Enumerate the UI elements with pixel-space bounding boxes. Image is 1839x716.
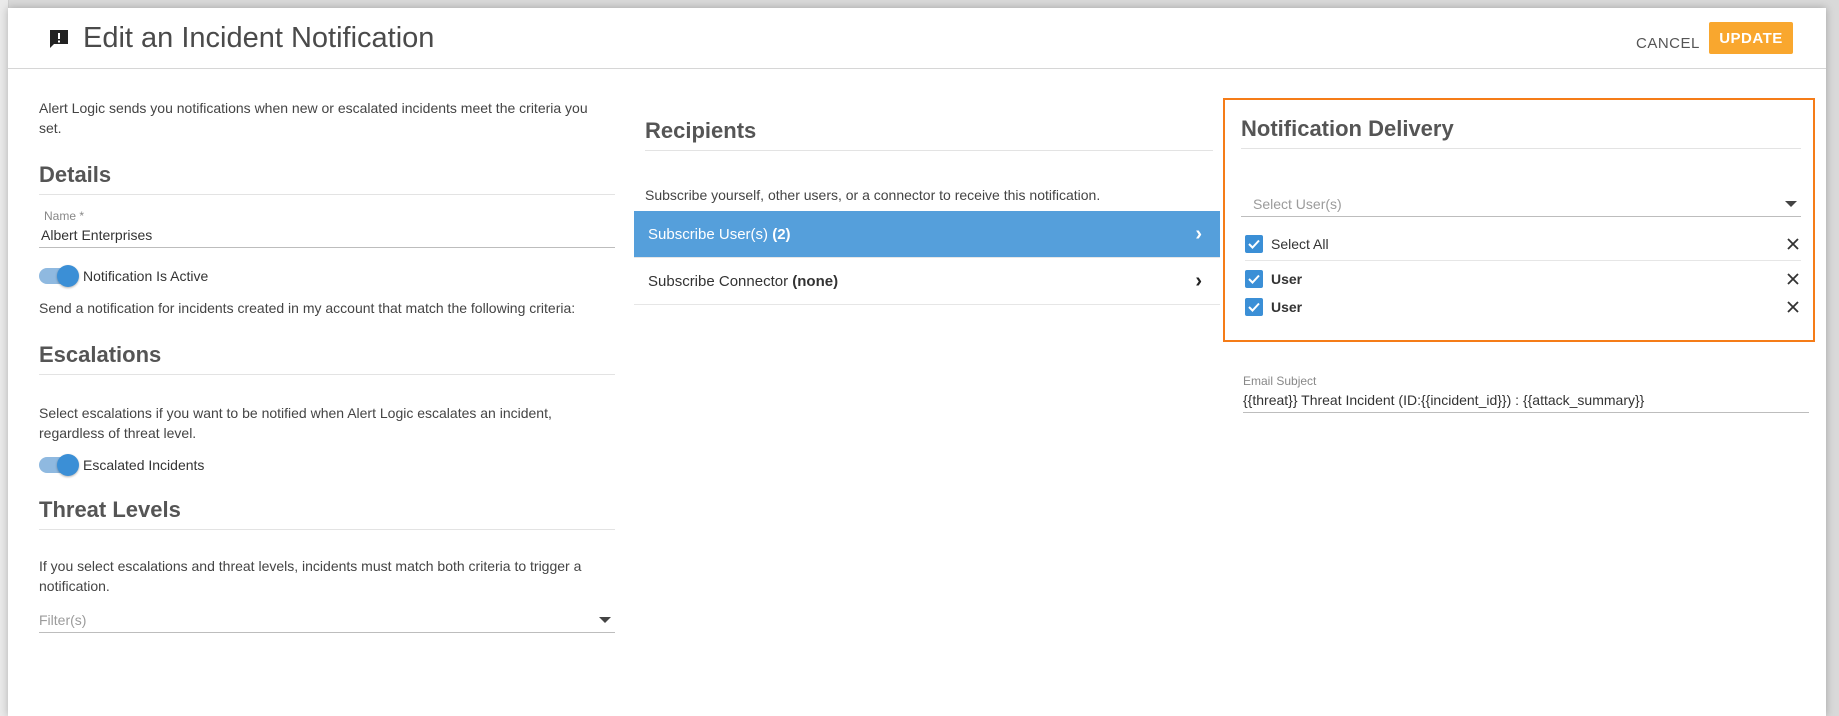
- name-label: Name *: [44, 209, 85, 223]
- email-subject-label: Email Subject: [1243, 374, 1317, 388]
- close-icon[interactable]: [1785, 236, 1801, 252]
- email-subject-input[interactable]: {{threat}} Threat Incident (ID:{{inciden…: [1243, 388, 1809, 413]
- select-all-checkbox[interactable]: [1245, 235, 1263, 253]
- user-row: User: [1245, 293, 1801, 321]
- middle-column: Recipients Subscribe yourself, other use…: [634, 98, 1224, 305]
- left-column: Alert Logic sends you notifications when…: [39, 98, 615, 633]
- cancel-button[interactable]: CANCEL: [1626, 28, 1710, 60]
- user-label: User: [1271, 271, 1303, 287]
- notification-delivery-heading: Notification Delivery: [1241, 116, 1801, 149]
- select-users-dropdown[interactable]: Select User(s): [1241, 192, 1801, 217]
- chevron-down-icon: [599, 617, 611, 623]
- notification-active-toggle[interactable]: [39, 265, 79, 287]
- select-users-placeholder: Select User(s): [1253, 196, 1342, 212]
- subscribe-text: Subscribe yourself, other users, or a co…: [645, 187, 1101, 203]
- escalated-incidents-row: Escalated Incidents: [39, 454, 615, 476]
- edit-notification-dialog: Edit an Incident Notification CANCEL UPD…: [8, 8, 1826, 716]
- threat-levels-heading: Threat Levels: [39, 497, 615, 530]
- intro-text: Alert Logic sends you notifications when…: [39, 100, 588, 136]
- user-row: User: [1245, 265, 1801, 293]
- user-label: User: [1271, 299, 1303, 315]
- close-icon[interactable]: [1785, 299, 1801, 315]
- escalations-text: Select escalations if you want to be not…: [39, 405, 552, 441]
- name-input[interactable]: Albert Enterprises: [39, 223, 615, 248]
- chevron-down-icon: [1785, 201, 1797, 207]
- escalated-incidents-label: Escalated Incidents: [83, 457, 205, 473]
- notification-active-row: Notification Is Active: [39, 265, 615, 287]
- subscribe-users-label: Subscribe User(s): [648, 225, 773, 243]
- select-all-row: Select All: [1245, 228, 1801, 261]
- filter-dropdown[interactable]: Filter(s): [39, 608, 615, 633]
- subscribe-connector-label: Subscribe Connector: [648, 272, 793, 290]
- details-heading: Details: [39, 162, 615, 195]
- close-icon[interactable]: [1785, 271, 1801, 287]
- threat-levels-text: If you select escalations and threat lev…: [39, 558, 582, 594]
- notification-active-label: Notification Is Active: [83, 268, 209, 284]
- update-button[interactable]: UPDATE: [1709, 22, 1793, 54]
- notification-delivery-panel: Notification Delivery Select User(s) Sel…: [1223, 98, 1815, 342]
- page-title: Edit an Incident Notification: [83, 22, 435, 54]
- chevron-right-icon: ›: [1195, 269, 1202, 292]
- subscribe-connector-row[interactable]: Subscribe Connector (none) ›: [634, 258, 1220, 305]
- criteria-text: Send a notification for incidents create…: [39, 300, 576, 316]
- chevron-right-icon: ›: [1195, 222, 1202, 245]
- filter-placeholder: Filter(s): [39, 612, 87, 628]
- alert-message-icon: [50, 30, 68, 48]
- subscribe-connector-value: (none): [792, 272, 839, 290]
- escalations-heading: Escalations: [39, 342, 615, 375]
- name-field[interactable]: Name * Albert Enterprises: [39, 209, 615, 248]
- escalated-incidents-toggle[interactable]: [39, 454, 79, 476]
- user-checkbox[interactable]: [1245, 270, 1263, 288]
- recipients-heading: Recipients: [645, 118, 1213, 151]
- dialog-header: Edit an Incident Notification CANCEL UPD…: [8, 8, 1826, 69]
- email-subject-field[interactable]: Email Subject {{threat}} Threat Incident…: [1243, 374, 1809, 413]
- subscribe-users-count: (2): [772, 225, 791, 243]
- subscribe-users-row[interactable]: Subscribe User(s) (2) ›: [634, 211, 1220, 258]
- user-checkbox[interactable]: [1245, 298, 1263, 316]
- select-all-label: Select All: [1271, 236, 1329, 252]
